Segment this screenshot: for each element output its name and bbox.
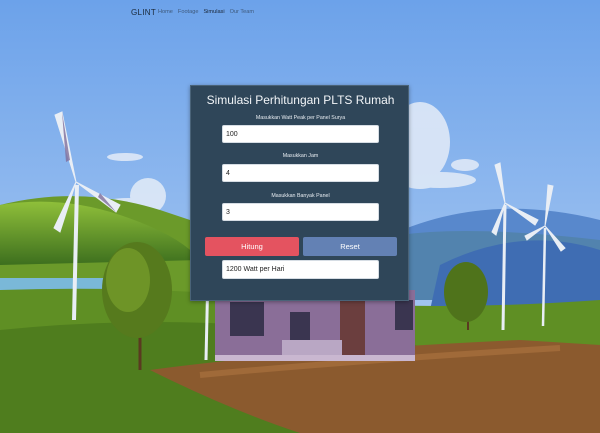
reset-button[interactable]: Reset xyxy=(303,237,397,256)
nav-link-footage[interactable]: Footage xyxy=(178,9,199,15)
panel-count-label: Masukkan Banyak Panel xyxy=(271,193,330,199)
hours-input[interactable] xyxy=(222,164,379,182)
nav-link-our-team[interactable]: Our Team xyxy=(230,9,254,15)
calculator-title: Simulasi Perhitungan PLTS Rumah xyxy=(206,93,395,107)
panel-count-input[interactable] xyxy=(222,203,379,221)
result-output: 1200 Watt per Hari xyxy=(222,260,379,279)
brand-logo[interactable]: GLINT xyxy=(131,8,156,17)
watt-peak-input[interactable] xyxy=(222,125,379,143)
nav-link-home[interactable]: Home xyxy=(158,9,173,15)
hours-label: Masukkan Jam xyxy=(282,153,319,159)
navbar: GLINT Home Footage Simulasi Our Team xyxy=(0,0,600,26)
calculator-card: Simulasi Perhitungan PLTS Rumah Masukkan… xyxy=(190,85,409,301)
watt-peak-label: Masukkan Watt Peak per Panel Surya xyxy=(255,115,346,121)
nav-links: Home Footage Simulasi Our Team xyxy=(158,9,254,15)
nav-link-simulasi[interactable]: Simulasi xyxy=(203,9,224,15)
hitung-button[interactable]: Hitung xyxy=(205,237,299,256)
